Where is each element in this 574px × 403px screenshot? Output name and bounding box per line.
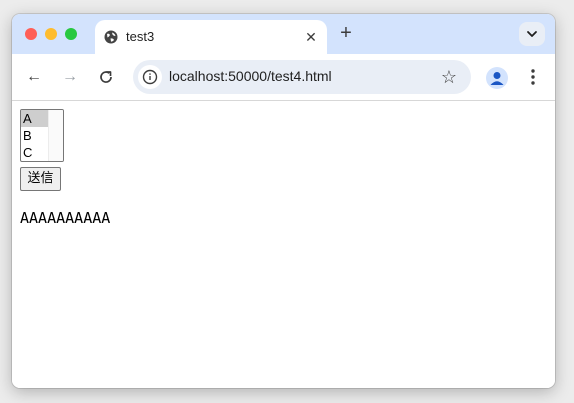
option-listbox[interactable]: A B C	[20, 109, 64, 162]
listbox-scrollbar[interactable]	[48, 110, 63, 161]
more-vert-icon	[531, 69, 535, 85]
chevron-down-icon	[527, 31, 537, 37]
browser-window: test3 ✕ + ← → localhost:50000/test4.html…	[12, 14, 555, 388]
submit-button[interactable]: 送信	[20, 167, 61, 191]
browser-menu-button[interactable]	[525, 67, 541, 87]
address-bar[interactable]: localhost:50000/test4.html ☆	[133, 60, 471, 94]
person-icon	[490, 72, 504, 85]
minimize-window-button[interactable]	[45, 28, 57, 40]
forward-button[interactable]: →	[60, 67, 80, 87]
profile-button[interactable]	[486, 67, 508, 89]
tab-test3[interactable]: test3 ✕	[95, 20, 327, 54]
tab-search-button[interactable]	[519, 22, 545, 46]
reload-button[interactable]	[96, 67, 116, 87]
site-info-button[interactable]	[138, 65, 162, 89]
url-text[interactable]: localhost:50000/test4.html	[169, 68, 332, 84]
tab-strip: test3 ✕ +	[12, 14, 555, 54]
bookmark-star-icon[interactable]: ☆	[441, 67, 457, 87]
listbox-option-c[interactable]: C	[21, 144, 49, 161]
reload-icon	[100, 71, 112, 83]
close-tab-icon[interactable]: ✕	[303, 29, 319, 45]
tab-title: test3	[126, 29, 155, 44]
output-text: AAAAAAAAAA	[20, 209, 111, 227]
page-content: A B C 送信 AAAAAAAAAA	[12, 101, 555, 388]
info-icon	[142, 69, 158, 85]
listbox-option-a[interactable]: A	[21, 110, 49, 127]
globe-icon	[104, 30, 118, 44]
close-window-button[interactable]	[25, 28, 37, 40]
listbox-option-b[interactable]: B	[21, 127, 49, 144]
new-tab-button[interactable]: +	[337, 23, 355, 43]
maximize-window-button[interactable]	[65, 28, 77, 40]
browser-toolbar: ← → localhost:50000/test4.html ☆	[12, 54, 555, 101]
back-button[interactable]: ←	[24, 67, 44, 87]
